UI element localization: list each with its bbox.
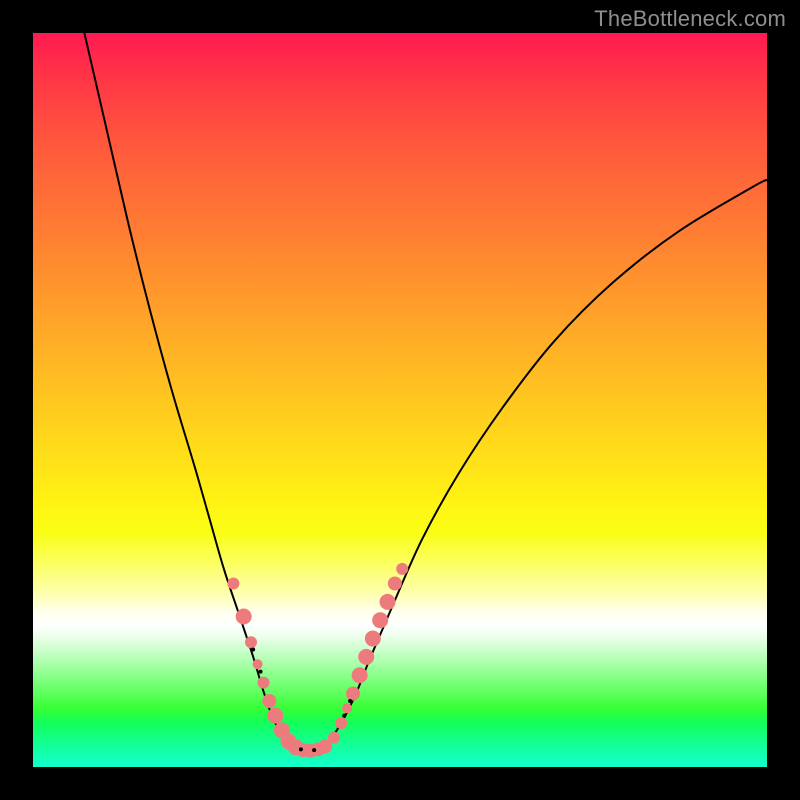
marker-dots-left (253, 659, 263, 669)
curve-group (84, 33, 767, 750)
marker-dots-right (358, 649, 374, 665)
marker-dots-right (396, 563, 408, 575)
watermark-text: TheBottleneck.com (594, 6, 786, 32)
curve-layer (33, 33, 767, 767)
marker-dots-right (365, 631, 381, 647)
marker-dots-right (335, 717, 347, 729)
marker-dots-left (262, 694, 276, 708)
marker-small-black (342, 714, 346, 718)
marker-small-black (299, 747, 303, 751)
marker-small-black (259, 670, 263, 674)
marker-dots-right (380, 594, 396, 610)
marker-small-black (312, 748, 316, 752)
marker-small-black (251, 648, 255, 652)
marker-group (227, 563, 408, 758)
marker-dots-left (245, 636, 257, 648)
plot-area (33, 33, 767, 767)
chart-container: TheBottleneck.com (0, 0, 800, 800)
marker-dots-right (346, 687, 360, 701)
marker-dots-right (352, 667, 368, 683)
bottleneck-curve-left (84, 33, 290, 745)
marker-dots-right (342, 703, 352, 713)
marker-dots-right (388, 577, 402, 591)
marker-small-black (348, 699, 352, 703)
marker-dots-left (236, 609, 252, 625)
marker-dots-right (328, 732, 340, 744)
marker-dots-left (257, 677, 269, 689)
bottleneck-curve-right (327, 180, 767, 745)
marker-dots-right (372, 612, 388, 628)
marker-dots-left (227, 578, 239, 590)
marker-dots-left (267, 708, 283, 724)
